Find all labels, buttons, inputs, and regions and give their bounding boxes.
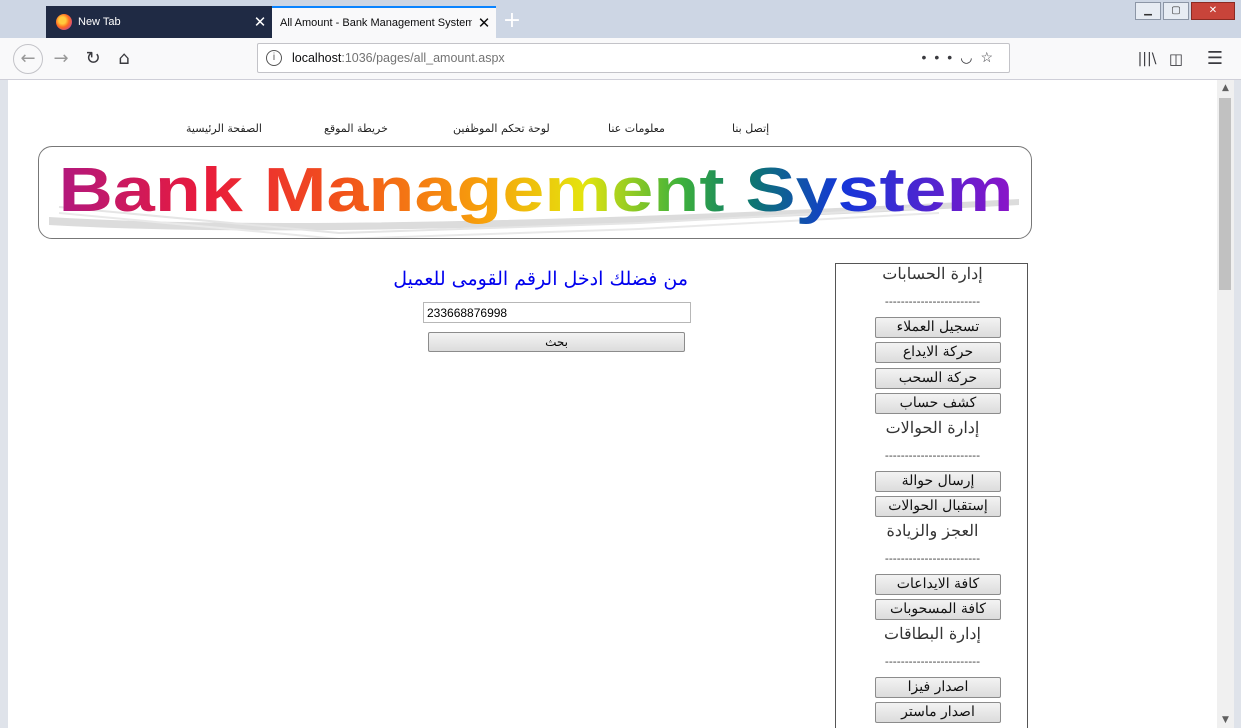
window-controls: ▁ ▢ ✕ [1133, 2, 1235, 22]
all-deposits-button[interactable]: كافة الايداعات [875, 574, 1001, 595]
sidebar-toggle-icon[interactable]: ◫ [1163, 46, 1189, 72]
library-icon[interactable]: |||\ [1134, 46, 1160, 72]
all-withdrawals-button[interactable]: كافة المسحوبات [875, 599, 1001, 620]
separator: ------------------------ [884, 655, 981, 668]
section-title-accounts: إدارة الحسابات [882, 264, 983, 283]
withdraw-movement-button[interactable]: حركة السحب [875, 368, 1001, 389]
more-icon[interactable]: ••• [922, 49, 961, 65]
nav-link-sitemap[interactable]: خريطة الموقع [324, 122, 388, 135]
close-tab-icon[interactable]: ✕ [472, 14, 496, 32]
national-id-input[interactable] [423, 302, 691, 323]
minimize-icon[interactable]: ▁ [1135, 2, 1161, 20]
separator: ------------------------ [884, 295, 981, 308]
maximize-icon[interactable]: ▢ [1163, 2, 1189, 20]
tab-title: New Tab [78, 16, 121, 28]
url-text[interactable]: localhost:1036/pages/all_amount.aspx [292, 51, 505, 65]
url-path: :1036/pages/all_amount.aspx [341, 51, 505, 65]
window-close-icon[interactable]: ✕ [1191, 2, 1235, 20]
page-content: الصفحة الرئيسية خريطة الموقع لوحة تحكم ا… [8, 80, 1217, 728]
deposit-movement-button[interactable]: حركة الايداع [875, 342, 1001, 363]
close-tab-icon[interactable]: ✕ [248, 13, 272, 31]
url-actions: •••◡☆ [922, 49, 1002, 66]
issue-master-button[interactable]: اصدار ماستر [875, 702, 1001, 723]
url-host: localhost [292, 51, 342, 65]
national-id-prompt: من فضلك ادخل الرقم القومى للعميل [393, 268, 688, 290]
tab-all-amount[interactable]: All Amount - Bank Management System ✕ [272, 6, 496, 38]
issue-visa-button[interactable]: اصدار فيزا [875, 677, 1001, 698]
section-title-cards: إدارة البطاقات [884, 624, 981, 643]
bookmark-star-icon[interactable]: ☆ [980, 49, 1001, 65]
sidebar-menu: إدارة الحسابات ------------------------ … [835, 263, 1028, 728]
menu-icon[interactable]: ☰ [1202, 46, 1228, 72]
tab-new-tab[interactable]: New Tab ✕ [46, 6, 272, 38]
nav-link-contact[interactable]: إتصل بنا [732, 122, 769, 135]
scroll-down-icon[interactable]: ▼ [1217, 712, 1234, 728]
receive-transfers-button[interactable]: إستقبال الحوالات [875, 496, 1001, 517]
back-icon[interactable]: ← [13, 44, 43, 74]
pocket-icon[interactable]: ◡ [960, 49, 980, 65]
nav-link-home[interactable]: الصفحة الرئيسية [186, 122, 262, 135]
tab-title: All Amount - Bank Management System [280, 17, 472, 29]
forward-icon[interactable]: → [48, 46, 74, 72]
separator: ------------------------ [884, 449, 981, 462]
nav-link-about[interactable]: معلومات عنا [608, 122, 665, 135]
scrollbar-thumb[interactable] [1219, 98, 1231, 290]
nav-toolbar: ← → ↻ ⌂ i localhost:1036/pages/all_amoun… [0, 38, 1241, 80]
send-transfer-button[interactable]: إرسال حوالة [875, 471, 1001, 492]
reload-icon[interactable]: ↻ [80, 46, 106, 72]
firefox-icon [56, 14, 72, 30]
url-bar[interactable]: i localhost:1036/pages/all_amount.aspx •… [257, 43, 1010, 73]
section-title-deficit-surplus: العجز والزيادة [886, 521, 979, 540]
account-statement-button[interactable]: كشف حساب [875, 393, 1001, 414]
section-title-transfers: إدارة الحوالات [885, 418, 980, 437]
banner-logo: Bank Management System [49, 156, 1019, 238]
search-button[interactable]: بحث [428, 332, 685, 352]
tab-bar: New Tab ✕ All Amount - Bank Management S… [0, 0, 1241, 38]
separator: ------------------------ [884, 552, 981, 565]
register-customers-button[interactable]: تسجيل العملاء [875, 317, 1001, 338]
window-border [1234, 80, 1241, 728]
vertical-scrollbar[interactable]: ▲ ▼ [1217, 80, 1234, 728]
scroll-up-icon[interactable]: ▲ [1217, 80, 1234, 96]
home-icon[interactable]: ⌂ [111, 46, 137, 72]
site-banner: Bank Management System [38, 146, 1032, 239]
new-tab-icon[interactable]: + [500, 8, 524, 34]
nav-link-employee-panel[interactable]: لوحة تحكم الموظفين [453, 122, 550, 135]
banner-title: Bank Management System [59, 156, 1014, 225]
info-icon[interactable]: i [266, 50, 282, 66]
